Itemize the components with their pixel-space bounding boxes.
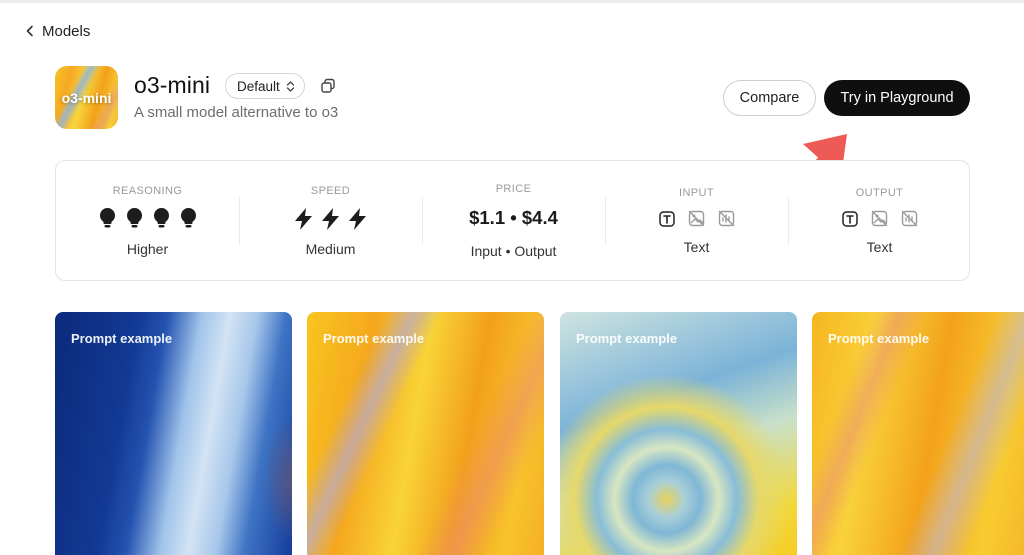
bulb-icon — [99, 208, 115, 228]
model-logo: o3-mini — [55, 66, 118, 129]
bulb-icon — [180, 208, 196, 228]
model-stats-card: REASONING Higher SPEED Medium PRICE $1.1… — [55, 160, 970, 281]
prompt-example-card[interactable]: Prompt example — [307, 312, 544, 555]
prompt-examples-row: Prompt example Prompt example Prompt exa… — [55, 312, 1024, 555]
chevron-left-icon — [26, 25, 33, 37]
stat-caption-price: Input • Output — [470, 243, 557, 259]
try-in-playground-button[interactable]: Try in Playground — [824, 80, 970, 116]
prompt-example-label: Prompt example — [576, 331, 678, 346]
back-label: Models — [42, 22, 91, 40]
audio-modality-disabled-icon — [718, 210, 734, 227]
stat-label-speed: SPEED — [310, 185, 351, 197]
input-modalities — [605, 210, 788, 227]
model-logo-text: o3-mini — [61, 89, 112, 106]
stat-input: INPUT Text — [605, 161, 788, 282]
stat-value-output: Text — [866, 239, 893, 255]
prompt-example-label: Prompt example — [828, 331, 930, 346]
text-modality-icon — [658, 210, 675, 227]
stat-label-reasoning: REASONING — [112, 185, 183, 197]
variant-select-value: Default — [237, 78, 280, 94]
stat-value-input: Text — [683, 239, 710, 255]
text-modality-icon — [841, 210, 858, 227]
variant-select[interactable]: Default — [225, 73, 305, 99]
model-title: o3-mini — [134, 72, 211, 98]
compare-button[interactable]: Compare — [723, 80, 816, 116]
chevron-up-down-icon — [286, 80, 294, 92]
stat-label-price: PRICE — [495, 183, 532, 195]
top-border — [0, 0, 1024, 3]
prompt-example-card[interactable]: Prompt example — [55, 312, 292, 555]
stat-value-speed: Medium — [305, 241, 356, 257]
bulb-icon — [153, 208, 169, 228]
image-modality-disabled-icon — [871, 210, 887, 227]
speed-level — [239, 208, 422, 230]
stat-reasoning: REASONING Higher — [56, 161, 239, 282]
copy-icon[interactable] — [320, 78, 336, 94]
lightning-bolt-icon — [295, 208, 312, 230]
back-to-models-link[interactable]: Models — [24, 20, 90, 42]
model-description: A small model alternative to o3 — [134, 104, 339, 121]
audio-modality-disabled-icon — [901, 210, 917, 227]
stat-value-reasoning: Higher — [126, 241, 169, 257]
prompt-example-label: Prompt example — [323, 331, 425, 346]
lightning-bolt-icon — [349, 208, 366, 230]
image-modality-disabled-icon — [688, 210, 704, 227]
stat-speed: SPEED Medium — [239, 161, 422, 282]
output-modalities — [788, 210, 971, 227]
prompt-example-card[interactable]: Prompt example — [560, 312, 797, 555]
prompt-example-card[interactable]: Prompt example — [812, 312, 1024, 555]
reasoning-level — [56, 207, 239, 229]
stat-price: PRICE $1.1 • $4.4 Input • Output — [422, 161, 605, 282]
prompt-example-label: Prompt example — [71, 331, 173, 346]
stat-value-price: $1.1 • $4.4 — [469, 207, 558, 228]
stat-label-input: INPUT — [679, 187, 714, 199]
stat-output: OUTPUT Text — [788, 161, 971, 282]
lightning-bolt-icon — [322, 208, 339, 230]
stat-label-output: OUTPUT — [855, 187, 904, 199]
bulb-icon — [126, 208, 142, 228]
